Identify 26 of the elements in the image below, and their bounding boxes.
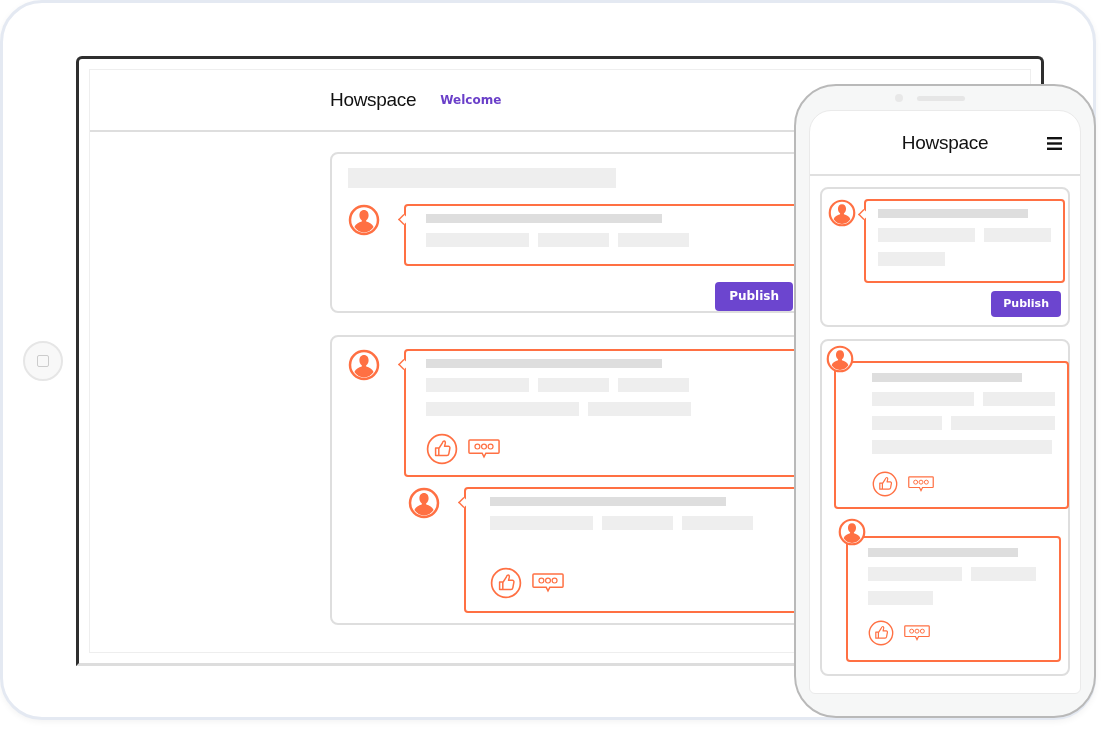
- thumbs-up-icon: [872, 471, 898, 497]
- avatar-icon: [828, 199, 856, 227]
- speech-bubble-icon: [532, 573, 564, 593]
- like-button[interactable]: [868, 620, 894, 646]
- logo: Howspace: [901, 131, 989, 154]
- like-button[interactable]: [490, 567, 522, 599]
- avatar-icon: [348, 349, 380, 381]
- logo: Howspace: [330, 89, 417, 111]
- speech-bubble-icon: [904, 624, 930, 642]
- comment-button[interactable]: [468, 439, 500, 459]
- publish-button[interactable]: Publish: [715, 282, 793, 311]
- avatar-icon: [348, 204, 380, 236]
- avatar-icon: [408, 487, 440, 519]
- speech-bubble-icon: [468, 439, 500, 459]
- menu-icon[interactable]: [1047, 137, 1062, 150]
- like-button[interactable]: [426, 433, 458, 465]
- comment-button[interactable]: [532, 573, 564, 593]
- publish-button[interactable]: Publish: [991, 291, 1061, 317]
- comment-button[interactable]: [908, 475, 934, 493]
- comment-button[interactable]: [904, 624, 930, 642]
- like-button[interactable]: [872, 471, 898, 497]
- thumbs-up-icon: [426, 433, 458, 465]
- speech-bubble-icon: [908, 475, 934, 493]
- thumbs-up-icon: [868, 620, 894, 646]
- thumbs-up-icon: [490, 567, 522, 599]
- nav-link[interactable]: Welcome: [440, 93, 502, 107]
